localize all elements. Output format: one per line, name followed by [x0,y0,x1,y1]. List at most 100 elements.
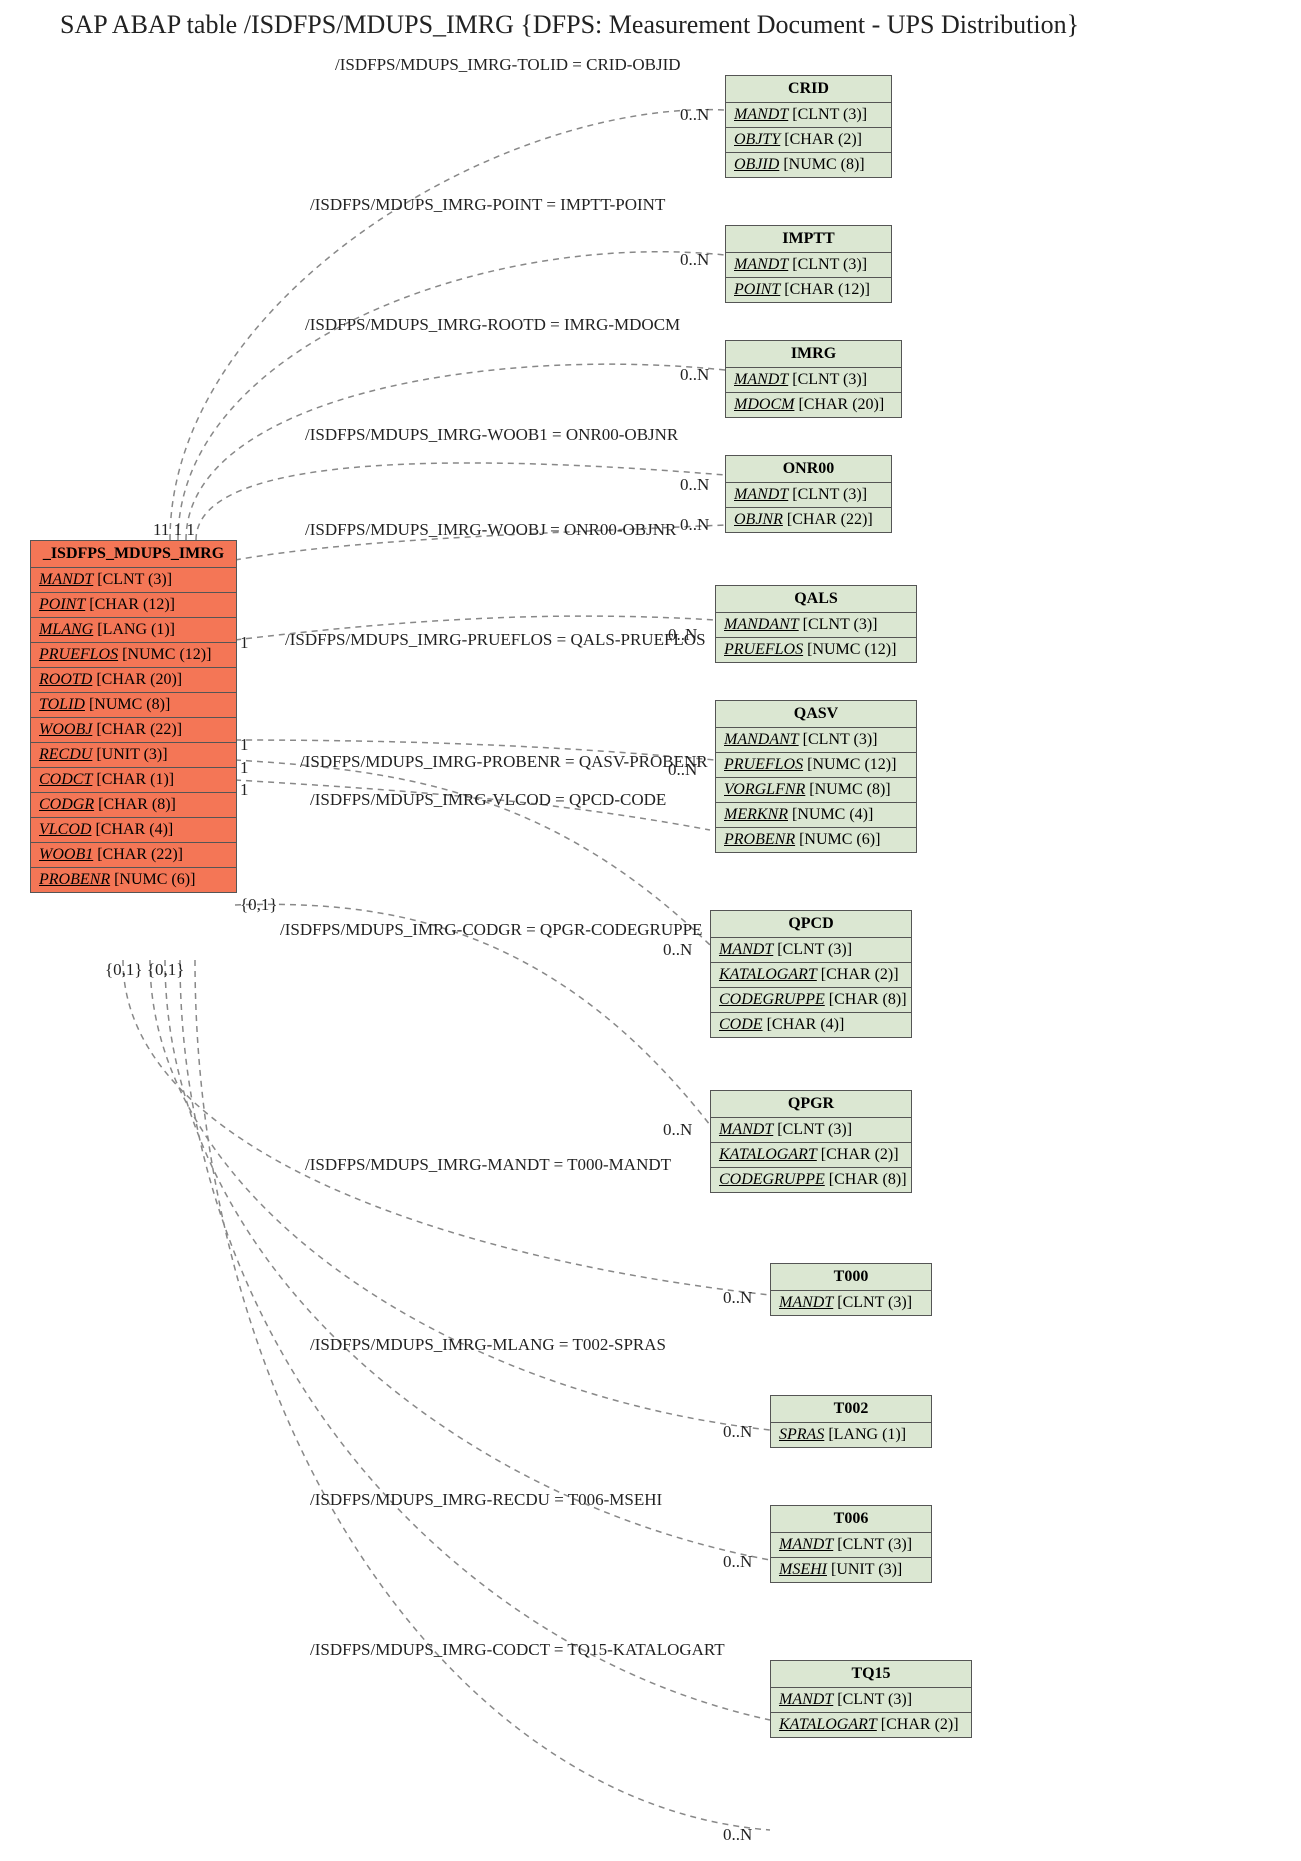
entity-main-rows: MANDT [CLNT (3)]POINT [CHAR (12)]MLANG [… [31,568,236,892]
entity-field: POINT [CHAR (12)] [31,593,236,618]
edge-label: /ISDFPS/MDUPS_IMRG-TOLID = CRID-OBJID [335,55,681,75]
entity-field: VLCOD [CHAR (4)] [31,818,236,843]
entity-field: MERKNR [NUMC (4)] [716,803,916,828]
entity-field: PRUEFLOS [NUMC (12)] [31,643,236,668]
entity-field: KATALOGART [CHAR (2)] [771,1713,971,1737]
entity-imptt: IMPTTMANDT [CLNT (3)]POINT [CHAR (12)] [725,225,892,303]
card-right: 0..N [723,1825,752,1845]
entity-qasv: QASVMANDANT [CLNT (3)]PRUEFLOS [NUMC (12… [715,700,917,853]
card-right: 0..N [723,1422,752,1442]
entity-head: CRID [726,76,891,103]
entity-field: MANDT [CLNT (3)] [726,483,891,508]
entity-field: KATALOGART [CHAR (2)] [711,1143,911,1168]
entity-field: PROBENR [NUMC (6)] [31,868,236,892]
entity-field: OBJNR [CHAR (22)] [726,508,891,532]
entity-field: MANDT [CLNT (3)] [726,253,891,278]
edge-label: /ISDFPS/MDUPS_IMRG-POINT = IMPTT-POINT [310,195,665,215]
edge-label: /ISDFPS/MDUPS_IMRG-WOOB1 = ONR00-OBJNR [305,425,678,445]
entity-field: MANDANT [CLNT (3)] [716,728,916,753]
card-right: 0..N [668,625,697,645]
card-right: 0..N [680,515,709,535]
entity-field: MANDT [CLNT (3)] [771,1291,931,1315]
entity-onr00: ONR00MANDT [CLNT (3)]OBJNR [CHAR (22)] [725,455,892,533]
entity-field: MANDT [CLNT (3)] [771,1533,931,1558]
edge-label: /ISDFPS/MDUPS_IMRG-ROOTD = IMRG-MDOCM [305,315,680,335]
card-left: 1 [240,633,249,653]
entity-field: SPRAS [LANG (1)] [771,1423,931,1447]
entity-head: IMRG [726,341,901,368]
edge-label: /ISDFPS/MDUPS_IMRG-RECDU = T006-MSEHI [310,1490,662,1510]
edge-label: /ISDFPS/MDUPS_IMRG-VLCOD = QPCD-CODE [310,790,666,810]
entity-head: T002 [771,1396,931,1423]
card-left-bottom: {0,1} {0,1} [105,960,184,980]
entity-t006: T006MANDT [CLNT (3)]MSEHI [UNIT (3)] [770,1505,932,1583]
edge-label: /ISDFPS/MDUPS_IMRG-CODGR = QPGR-CODEGRUP… [280,920,702,940]
entity-field: CODE [CHAR (4)] [711,1013,911,1037]
page-title: SAP ABAP table /ISDFPS/MDUPS_IMRG {DFPS:… [60,10,1079,40]
entity-tq15: TQ15MANDT [CLNT (3)]KATALOGART [CHAR (2)… [770,1660,972,1738]
entity-head: QPCD [711,911,911,938]
entity-field: RECDU [UNIT (3)] [31,743,236,768]
entity-t000: T000MANDT [CLNT (3)] [770,1263,932,1316]
entity-crid: CRIDMANDT [CLNT (3)]OBJTY [CHAR (2)]OBJI… [725,75,892,178]
card-right: 0..N [723,1552,752,1572]
card-right: 0..N [680,105,709,125]
entity-field: MDOCM [CHAR (20)] [726,393,901,417]
entity-imrg: IMRGMANDT [CLNT (3)]MDOCM [CHAR (20)] [725,340,902,418]
card-right: 0..N [663,1120,692,1140]
card-left: 1 [240,758,249,778]
entity-main: _ISDFPS_MDUPS_IMRG MANDT [CLNT (3)]POINT… [30,540,237,893]
entity-head: QPGR [711,1091,911,1118]
edge-label: /ISDFPS/MDUPS_IMRG-PRUEFLOS = QALS-PRUEF… [285,630,706,650]
entity-head: T006 [771,1506,931,1533]
entity-field: OBJID [NUMC (8)] [726,153,891,177]
card-right: 0..N [680,365,709,385]
entity-head: T000 [771,1264,931,1291]
entity-field: CODEGRUPPE [CHAR (8)] [711,1168,911,1192]
entity-head: IMPTT [726,226,891,253]
entity-field: PROBENR [NUMC (6)] [716,828,916,852]
card-left-cluster: 11 1 1 [153,520,195,540]
entity-head: TQ15 [771,1661,971,1688]
entity-field: CODGR [CHAR (8)] [31,793,236,818]
entity-field: TOLID [NUMC (8)] [31,693,236,718]
entity-field: MANDT [CLNT (3)] [31,568,236,593]
edge-label: /ISDFPS/MDUPS_IMRG-WOOBJ = ONR00-OBJNR [305,520,676,540]
entity-qpcd: QPCDMANDT [CLNT (3)]KATALOGART [CHAR (2)… [710,910,912,1038]
entity-field: MANDT [CLNT (3)] [726,368,901,393]
entity-field: WOOB1 [CHAR (22)] [31,843,236,868]
entity-qals: QALSMANDANT [CLNT (3)]PRUEFLOS [NUMC (12… [715,585,917,663]
entity-qpgr: QPGRMANDT [CLNT (3)]KATALOGART [CHAR (2)… [710,1090,912,1193]
entity-field: ROOTD [CHAR (20)] [31,668,236,693]
entity-field: WOOBJ [CHAR (22)] [31,718,236,743]
card-left: 1 [240,735,249,755]
entity-field: VORGLFNR [NUMC (8)] [716,778,916,803]
card-right: 0..N [680,475,709,495]
edge-label: /ISDFPS/MDUPS_IMRG-MLANG = T002-SPRAS [310,1335,666,1355]
card-right: 0..N [668,760,697,780]
entity-field: PRUEFLOS [NUMC (12)] [716,638,916,662]
entity-field: MANDANT [CLNT (3)] [716,613,916,638]
entity-field: MANDT [CLNT (3)] [771,1688,971,1713]
edge-label: /ISDFPS/MDUPS_IMRG-PROBENR = QASV-PROBEN… [300,752,708,772]
entity-head: QALS [716,586,916,613]
entity-main-head: _ISDFPS_MDUPS_IMRG [31,541,236,568]
entity-field: MANDT [CLNT (3)] [726,103,891,128]
entity-field: CODEGRUPPE [CHAR (8)] [711,988,911,1013]
entity-field: MANDT [CLNT (3)] [711,1118,911,1143]
edge-label: /ISDFPS/MDUPS_IMRG-CODCT = TQ15-KATALOGA… [310,1640,725,1660]
card-left: {0,1} [240,895,278,915]
entity-t002: T002SPRAS [LANG (1)] [770,1395,932,1448]
card-right: 0..N [723,1288,752,1308]
entity-field: MANDT [CLNT (3)] [711,938,911,963]
entity-field: POINT [CHAR (12)] [726,278,891,302]
entity-head: QASV [716,701,916,728]
entity-head: ONR00 [726,456,891,483]
entity-field: KATALOGART [CHAR (2)] [711,963,911,988]
card-right: 0..N [680,250,709,270]
entity-field: PRUEFLOS [NUMC (12)] [716,753,916,778]
entity-field: OBJTY [CHAR (2)] [726,128,891,153]
card-right: 0..N [663,940,692,960]
edge-label: /ISDFPS/MDUPS_IMRG-MANDT = T000-MANDT [305,1155,671,1175]
entity-field: MSEHI [UNIT (3)] [771,1558,931,1582]
